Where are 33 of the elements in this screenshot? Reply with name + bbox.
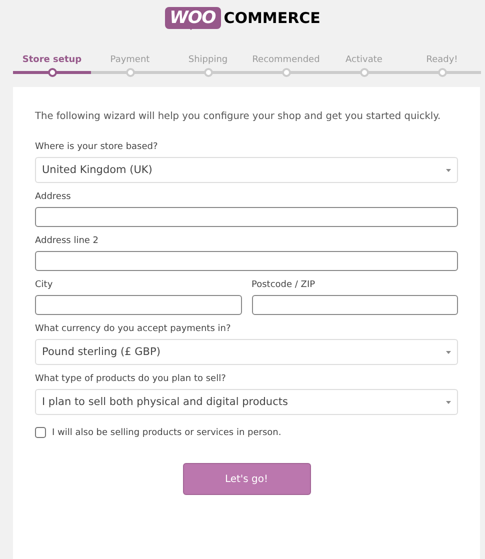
step-dot <box>282 68 290 77</box>
step-label: Ready! <box>426 55 458 67</box>
field-label: What currency do you accept payments in? <box>35 324 232 334</box>
field-label: Address line 2 <box>35 236 100 246</box>
field-label: Postcode / ZIP <box>252 280 316 290</box>
dropdown-field[interactable]: Pound sterling (£ GBP) <box>35 339 458 365</box>
input-field[interactable] <box>35 295 242 315</box>
step-dot <box>48 68 56 77</box>
dropdown-field[interactable]: I plan to sell both physical and digital products <box>35 389 458 415</box>
field-label: What type of products do you plan to sell? <box>35 374 227 384</box>
step-dot <box>126 68 134 77</box>
step-dot <box>204 68 212 77</box>
field-label: Address <box>35 192 72 202</box>
step-dot <box>360 68 368 77</box>
input-field[interactable] <box>35 207 458 227</box>
field-label: Where is your store based? <box>35 142 159 152</box>
caret-icon <box>446 350 451 354</box>
caret-icon <box>446 168 451 172</box>
input-field[interactable] <box>35 251 458 271</box>
step-label: Activate <box>346 55 382 67</box>
field-label: City <box>35 280 54 290</box>
dropdown-field[interactable]: United Kingdom (UK) <box>35 157 458 183</box>
caret-icon <box>446 400 451 404</box>
logo-wordmark: COMMERCE <box>224 9 320 27</box>
step-label: Recommended <box>252 55 320 67</box>
step-label: Shipping <box>188 55 228 67</box>
input-field[interactable] <box>252 295 458 315</box>
step-label: Store setup <box>22 55 82 67</box>
checkbox-label: I will also be selling products or services in person. <box>52 428 282 438</box>
step-label: Payment <box>110 55 150 67</box>
checkbox[interactable] <box>35 427 46 438</box>
intro-text: The following wizard will help you configure your shop and get you started quickly. <box>35 111 442 122</box>
step-dot <box>438 68 446 77</box>
